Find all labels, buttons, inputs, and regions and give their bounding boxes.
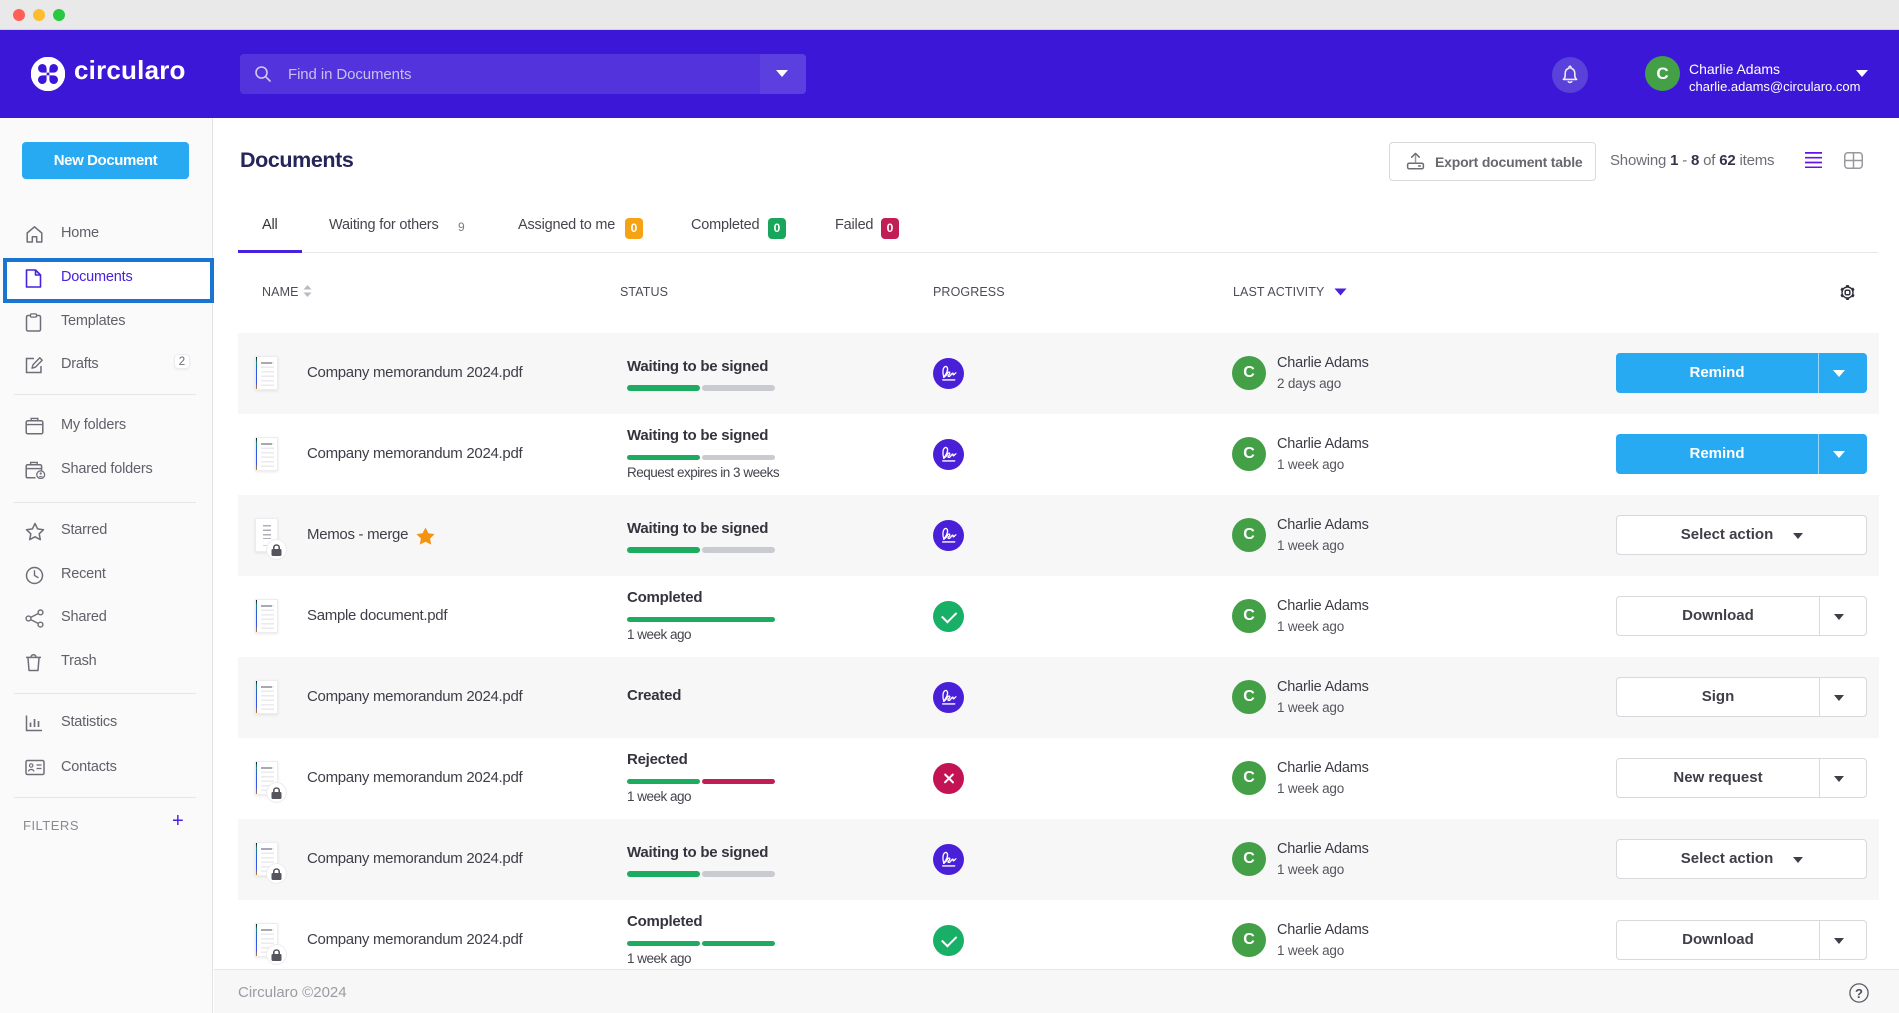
svg-text:?: ? bbox=[1855, 986, 1863, 1001]
